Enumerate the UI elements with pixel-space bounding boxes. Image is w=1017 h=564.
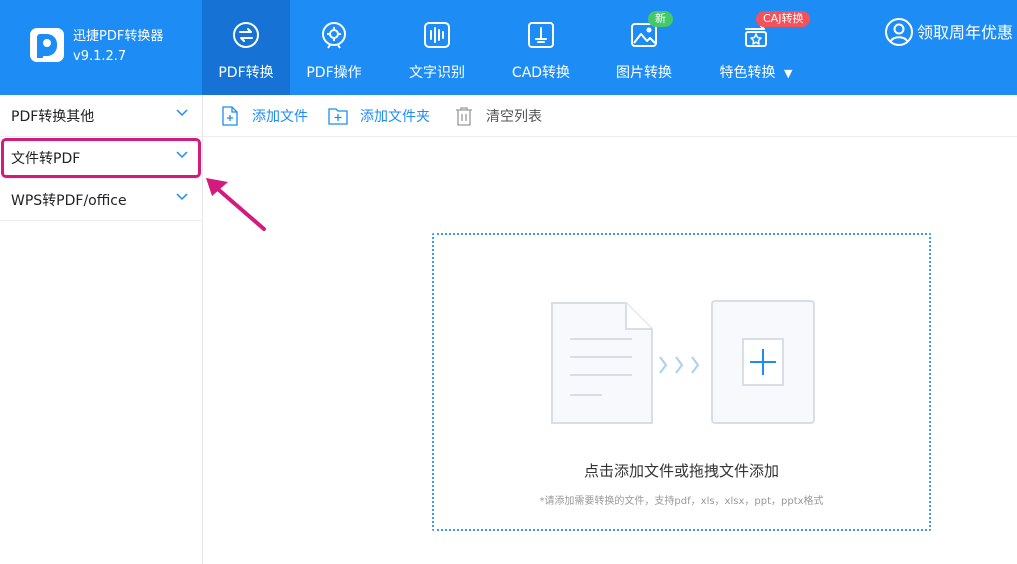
tab-label-wrap: 特色转换 ▼ [720,62,793,82]
tab-label: 图片转换 [616,65,672,81]
chevron-down-icon [176,109,188,117]
new-badge: 新 [648,11,673,27]
sidebar-item-pdf-to-other[interactable]: PDF转换其他 [0,95,202,137]
cad-convert-icon [526,20,556,50]
sidebar: PDF转换其他 文件转PDF WPS转PDF/office [0,95,203,564]
sidebar-item-wps-to-pdf[interactable]: WPS转PDF/office [0,179,202,221]
tab-label: 文字识别 [409,65,465,81]
app-version: v9.1.2.7 [73,49,127,64]
tab-cad-convert[interactable]: CAD转换 [496,0,586,95]
add-folder-icon [328,107,348,125]
drop-zone-hint: *请添加需要转换的文件，支持pdf，xls，xlsx，ppt，pptx格式 [539,496,824,507]
sidebar-item-label: WPS转PDF/office [11,192,127,209]
add-file-button[interactable]: 添加文件 [220,105,308,126]
app-logo-icon [30,28,64,62]
tab-special-convert[interactable]: 特色转换 ▼ CAJ转换 [702,0,811,95]
caj-badge: CAJ转换 [756,11,811,27]
tab-label: 特色转换 [719,65,776,81]
promo-label: 领取周年优惠 [916,23,1013,42]
annotation-arrow-icon [206,178,266,231]
chevron-down-icon [176,151,188,159]
sidebar-item-label: 文件转PDF [11,150,81,167]
user-icon [884,18,913,46]
app-branding: 迅捷PDF转换器 v9.1.2.7 [30,28,163,66]
drop-zone-title: 点击添加文件或拖拽文件添加 [583,462,779,480]
toolbar: 添加文件 添加文件夹 清空列表 [203,95,1017,137]
pdf-operate-icon [319,20,349,50]
add-file-label: 添加文件 [252,108,308,125]
tab-pdf-convert[interactable]: PDF转换 [202,0,290,95]
app-title: 迅捷PDF转换器 [73,29,164,44]
trash-icon [456,106,472,126]
top-header: 迅捷PDF转换器 v9.1.2.7 PDF转换 PDF操作 文字识别 CAD转换… [0,0,1017,95]
sidebar-item-file-to-pdf[interactable]: 文件转PDF [0,137,202,179]
tab-pdf-operate[interactable]: PDF操作 [290,0,378,95]
add-folder-label: 添加文件夹 [360,108,430,125]
tab-label: PDF转换 [218,65,274,81]
file-drop-zone[interactable]: 点击添加文件或拖拽文件添加 *请添加需要转换的文件，支持pdf，xls，xlsx… [432,233,931,531]
tab-label: PDF操作 [306,65,362,81]
clear-list-label: 清空列表 [486,108,542,125]
main-nav: PDF转换 PDF操作 文字识别 CAD转换 图片转换 新 特色转换 ▼ CAJ… [202,0,811,95]
caret-down-icon[interactable]: ▼ [784,67,792,80]
clear-list-button[interactable]: 清空列表 [454,106,542,126]
pdf-convert-icon [231,20,261,50]
anniversary-promo-button[interactable]: 领取周年优惠 [884,18,1013,46]
tab-image-convert[interactable]: 图片转换 新 [586,0,702,95]
sidebar-item-label: PDF转换其他 [11,108,95,125]
ocr-icon [422,20,452,50]
tab-label: CAD转换 [511,65,571,81]
add-folder-button[interactable]: 添加文件夹 [328,106,430,126]
tab-ocr[interactable]: 文字识别 [378,0,496,95]
drop-illustration-icon [551,300,815,424]
chevron-down-icon [176,193,188,201]
add-file-icon [222,105,238,126]
